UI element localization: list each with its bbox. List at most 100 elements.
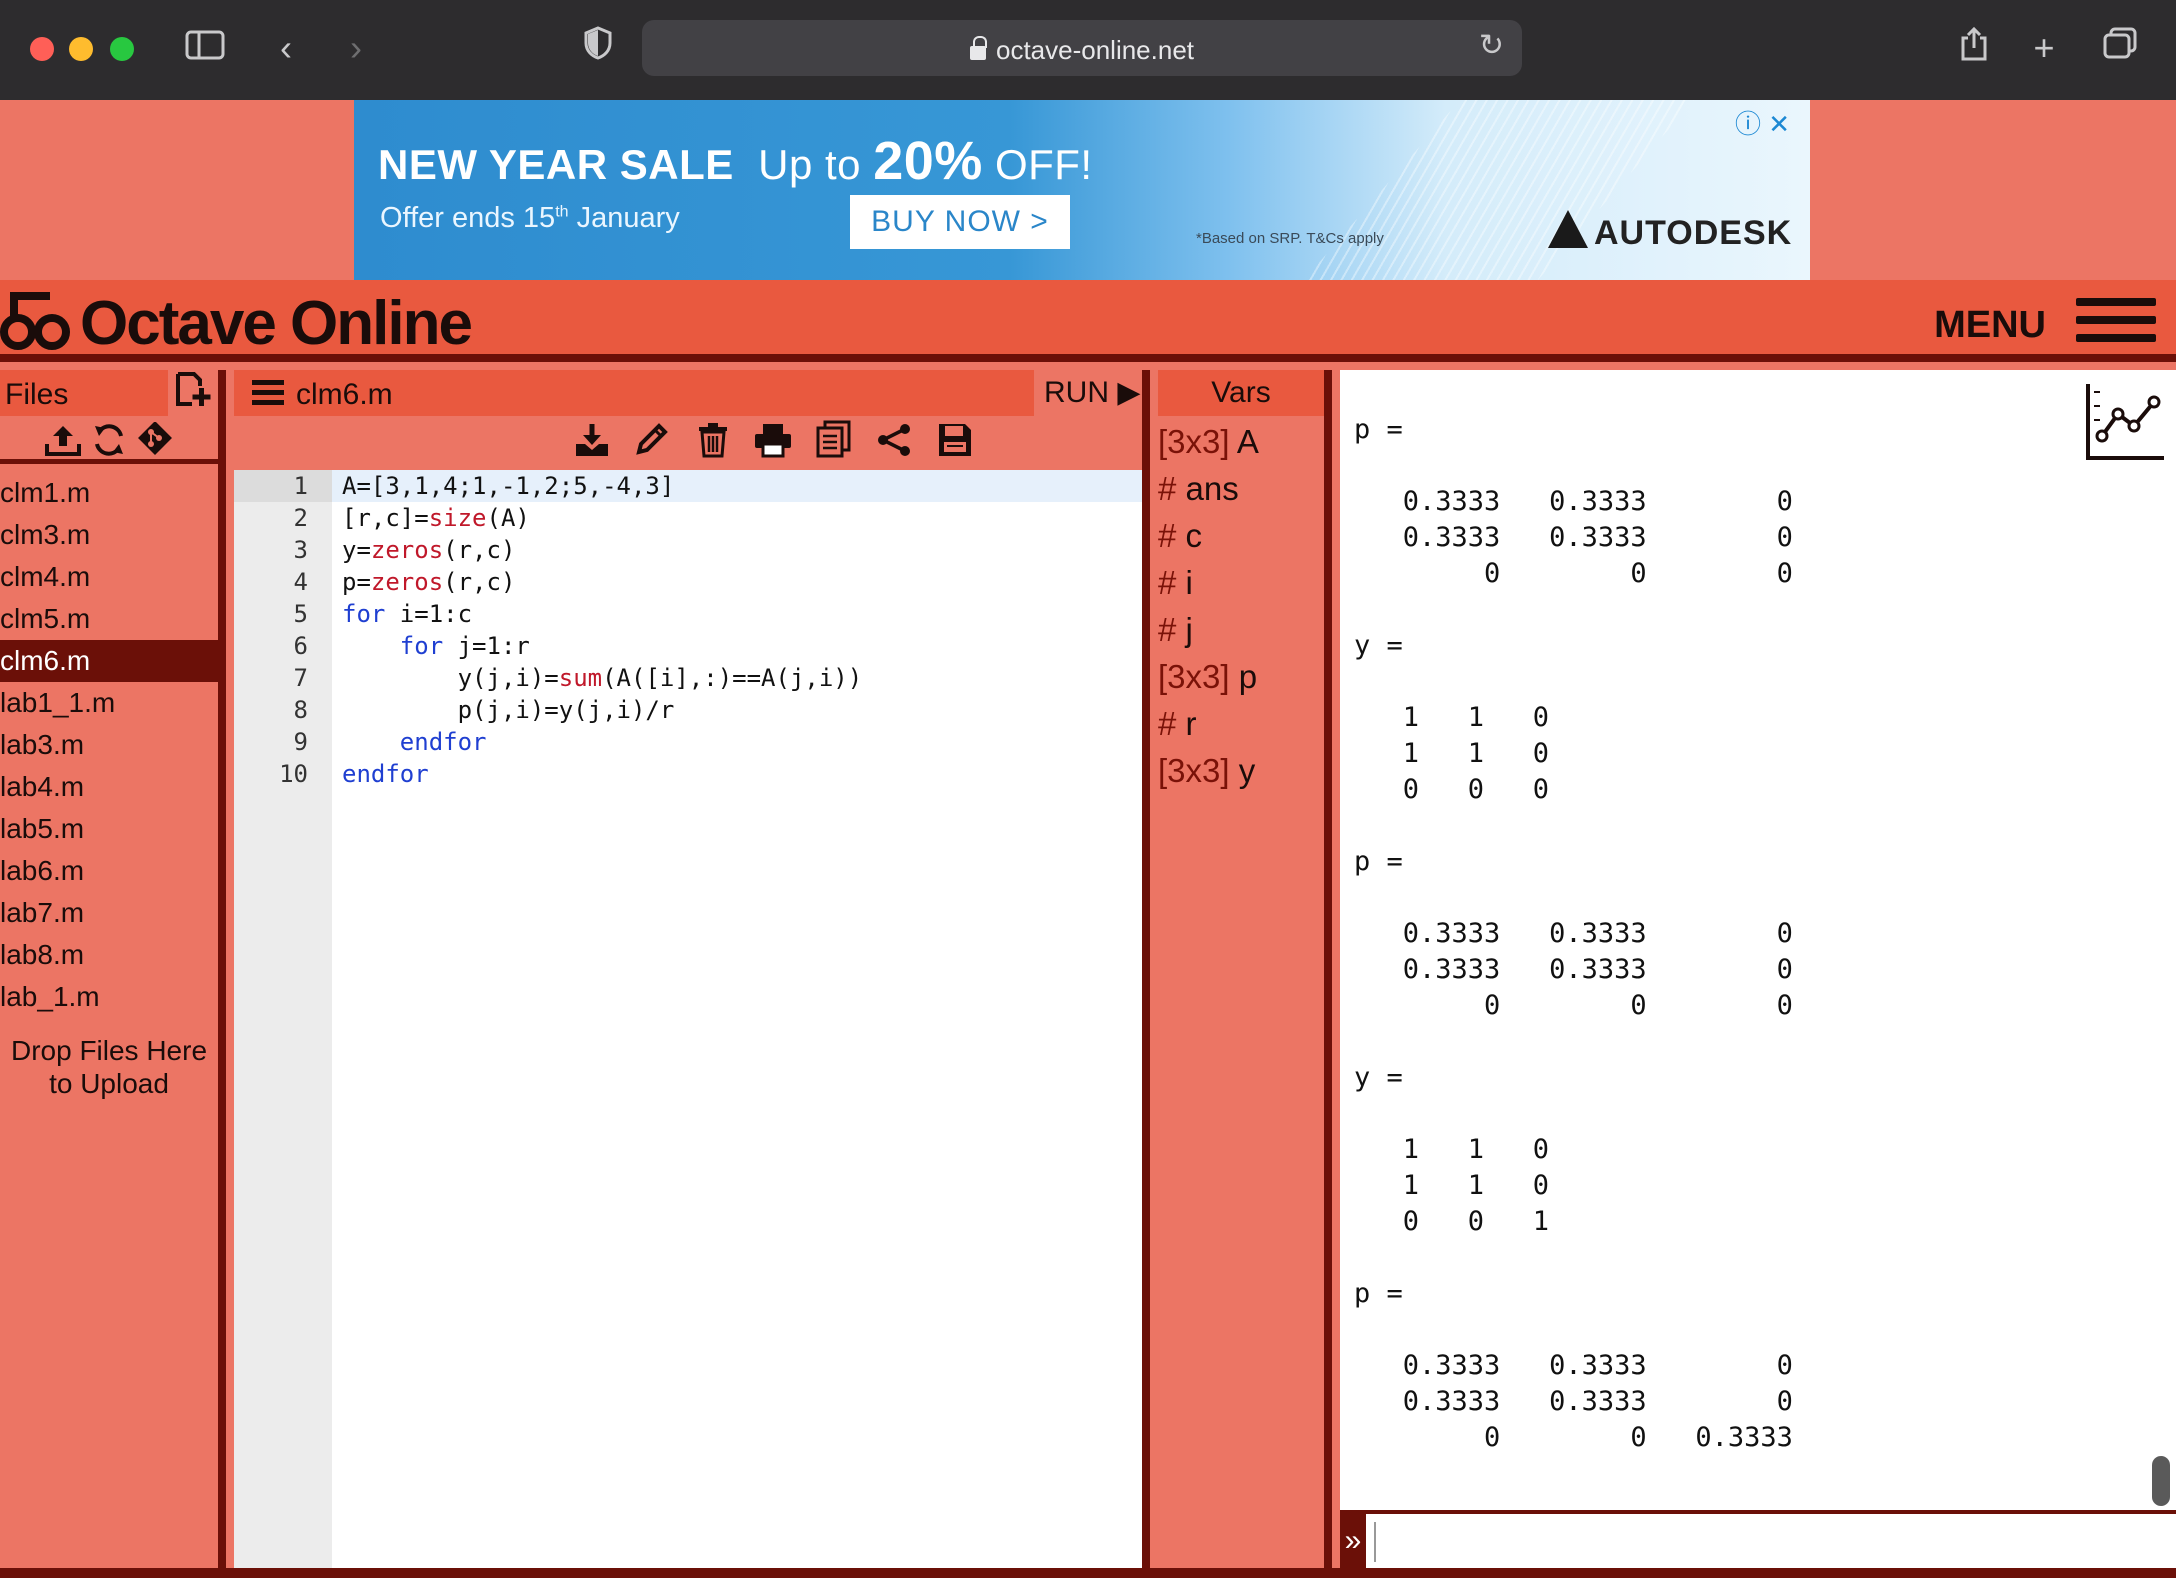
- var-item[interactable]: # j: [1158, 606, 1259, 653]
- var-list: [3x3] A # ans # c # i # j [3x3] p # r [3x3] y: [1158, 418, 1259, 794]
- copy-document-icon[interactable]: [806, 420, 862, 467]
- var-name: p: [1238, 658, 1258, 695]
- file-list: clm1.m clm3.m clm4.m clm5.m clm6.m lab1_1.m la…: [0, 472, 218, 1018]
- run-button[interactable]: RUN ▶: [1034, 370, 1142, 416]
- var-name: r: [1185, 705, 1197, 742]
- file-item[interactable]: lab1_1.m: [0, 682, 218, 724]
- close-window-button[interactable]: [30, 37, 54, 61]
- address-bar[interactable]: octave-online.net ↻: [642, 20, 1522, 76]
- rename-pencil-icon[interactable]: [624, 422, 680, 467]
- refresh-icon[interactable]: [91, 424, 127, 465]
- code-line[interactable]: 2 [r,c]=size(A): [294, 502, 1142, 534]
- var-item[interactable]: # c: [1158, 512, 1259, 559]
- var-type: #: [1158, 517, 1177, 554]
- app-brand[interactable]: Octave Online: [80, 288, 473, 359]
- files-toolbar: [0, 416, 218, 464]
- upload-icon[interactable]: [44, 424, 81, 465]
- line-number: 4: [293, 568, 308, 596]
- var-name: c: [1185, 517, 1203, 554]
- code-editor[interactable]: 1 A=[3,1,4;1,-1,2;5,-4,3] 2 [r,c]=size(A) 3 y…: [234, 470, 1142, 790]
- menu-label[interactable]: MENU: [1934, 304, 2046, 347]
- ad-brand-logo: AUTODESK: [1548, 210, 1792, 253]
- editor-toolbar: [234, 416, 1142, 470]
- ad-info-close-icon[interactable]: ⓘ ✕: [1735, 104, 1790, 141]
- editor-panel: clm6.m RUN ▶ 1 A=[3,1,4;1,-1,2;5,-4,3] 2 [r…: [234, 370, 1150, 1568]
- share-icon[interactable]: [866, 422, 922, 467]
- lock-icon: [969, 36, 987, 60]
- share-icon[interactable]: [1956, 26, 1992, 70]
- download-icon[interactable]: [564, 422, 620, 467]
- back-icon[interactable]: ‹: [268, 26, 304, 70]
- drop-text-line2: to Upload: [49, 1068, 169, 1099]
- console-command-input[interactable]: [1374, 1522, 2164, 1562]
- var-type: #: [1158, 705, 1177, 742]
- var-item[interactable]: [3x3] A: [1158, 418, 1259, 465]
- code-line[interactable]: 6 for j=1:r: [294, 630, 1142, 662]
- var-item[interactable]: # ans: [1158, 465, 1259, 512]
- ad-subline: Offer ends 15th January: [380, 202, 680, 234]
- ad-banner[interactable]: NEW YEAR SALE Up to 20% OFF! Offer ends …: [354, 100, 1810, 280]
- new-tab-icon[interactable]: +: [2026, 26, 2062, 70]
- hamburger-menu-icon[interactable]: [2076, 298, 2156, 344]
- console-output: p = 0.3333 0.3333 0 0.3333 0.3333 0 0 0 …: [1354, 414, 1793, 1453]
- ad-buy-now-button[interactable]: BUY NOW >: [850, 195, 1070, 249]
- delete-trash-icon[interactable]: [685, 422, 741, 467]
- drop-zone[interactable]: Drop Files Here to Upload: [0, 1034, 218, 1100]
- save-icon[interactable]: [927, 422, 983, 467]
- file-item[interactable]: lab7.m: [0, 892, 218, 934]
- prompt-symbol: »: [1340, 1514, 1366, 1568]
- var-type: #: [1158, 470, 1177, 507]
- file-item[interactable]: clm3.m: [0, 514, 218, 556]
- code-line[interactable]: 5 for i=1:c: [294, 598, 1142, 630]
- code-line[interactable]: 8 p(j,i)=y(j,i)/r: [294, 694, 1142, 726]
- line-chart-icon: [2086, 384, 2164, 460]
- new-file-icon: [176, 372, 211, 406]
- line-source: for i=1:c: [342, 600, 473, 628]
- print-icon[interactable]: [745, 422, 801, 467]
- editor-menu-icon[interactable]: [252, 380, 284, 406]
- var-type: [3x3]: [1158, 658, 1230, 695]
- shield-icon[interactable]: [580, 26, 616, 70]
- reload-icon[interactable]: ↻: [1479, 28, 1504, 63]
- code-line[interactable]: 7 y(j,i)=sum(A([i],:)==A(j,i)): [294, 662, 1142, 694]
- code-line[interactable]: 9 endfor: [294, 726, 1142, 758]
- line-source: endfor: [399, 728, 487, 756]
- browser-toolbar: ‹ › octave-online.net ↻ +: [0, 0, 2176, 100]
- sidebar-icon[interactable]: [182, 26, 228, 70]
- var-item[interactable]: [3x3] y: [1158, 747, 1259, 794]
- file-item[interactable]: lab6.m: [0, 850, 218, 892]
- minimize-window-button[interactable]: [69, 37, 93, 61]
- code-line[interactable]: 1 A=[3,1,4;1,-1,2;5,-4,3]: [234, 470, 1142, 502]
- file-item[interactable]: lab8.m: [0, 934, 218, 976]
- var-name: A: [1236, 423, 1259, 460]
- file-item[interactable]: clm4.m: [0, 556, 218, 598]
- code-line[interactable]: 10 endfor: [279, 758, 1142, 790]
- git-icon[interactable]: [137, 421, 173, 465]
- code-line[interactable]: 4 p=zeros(r,c): [294, 566, 1142, 598]
- zoom-window-button[interactable]: [110, 37, 134, 61]
- plot-window-button[interactable]: [2084, 380, 2166, 462]
- vars-panel: Vars [3x3] A # ans # c # i # j [3x3] p # r [3x3…: [1158, 370, 1332, 1568]
- forward-icon[interactable]: ›: [338, 26, 374, 70]
- line-source: [r,c]=size(A): [342, 504, 530, 532]
- tabs-icon[interactable]: [2100, 26, 2140, 70]
- console-panel: p = 0.3333 0.3333 0 0.3333 0.3333 0 0 0 …: [1340, 370, 2176, 1568]
- console-scrollbar[interactable]: [2152, 1456, 2170, 1506]
- line-source: y(j,i)=sum(A([i],:)==A(j,i)): [342, 664, 863, 692]
- file-item[interactable]: lab5.m: [0, 808, 218, 850]
- var-item[interactable]: [3x3] p: [1158, 653, 1259, 700]
- console-input-bar: »: [1340, 1510, 2176, 1568]
- file-item[interactable]: clm1.m: [0, 472, 218, 514]
- code-line[interactable]: 3 y=zeros(r,c): [294, 534, 1142, 566]
- file-item[interactable]: lab3.m: [0, 724, 218, 766]
- file-item[interactable]: clm5.m: [0, 598, 218, 640]
- var-item[interactable]: # r: [1158, 700, 1259, 747]
- new-file-button[interactable]: [168, 370, 218, 416]
- var-item[interactable]: # i: [1158, 559, 1259, 606]
- editor-header: clm6.m RUN ▶: [234, 370, 1142, 416]
- file-item[interactable]: lab_1.m: [0, 976, 218, 1018]
- file-item[interactable]: lab4.m: [0, 766, 218, 808]
- file-item[interactable]: clm6.m: [0, 640, 218, 682]
- line-number: 7: [293, 664, 308, 692]
- var-name: i: [1185, 564, 1193, 601]
